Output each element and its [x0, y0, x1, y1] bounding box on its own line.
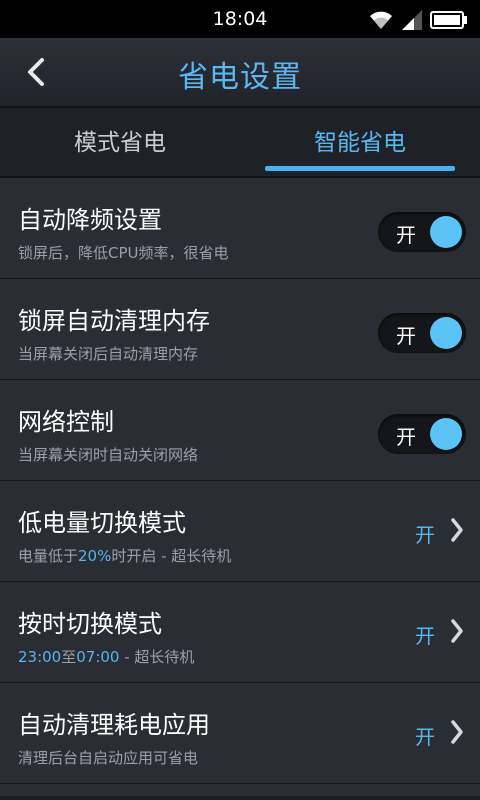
setting-subtitle: 23:00至07:00 - 超长待机	[18, 646, 194, 667]
setting-title: 自动清理耗电应用	[18, 711, 210, 739]
app-header: 省电设置	[0, 38, 480, 106]
setting-subtitle: 电量低于20%时开启 - 超长待机	[18, 545, 231, 566]
setting-row-lock-clean-memory[interactable]: 锁屏自动清理内存 当屏幕关闭后自动清理内存 开	[0, 279, 480, 380]
state-label: 开	[415, 725, 435, 749]
setting-row-low-battery-mode[interactable]: 低电量切换模式 电量低于20%时开启 - 超长待机 开	[0, 481, 480, 582]
setting-title: 网络控制	[18, 408, 114, 436]
chevron-right-icon	[451, 720, 463, 744]
start-time: 23:00	[18, 648, 62, 666]
battery-icon	[430, 11, 467, 29]
setting-subtitle: 当屏幕关闭时自动关闭网络	[18, 446, 199, 464]
tab-indicator	[265, 166, 455, 171]
setting-subtitle: 当屏幕关闭后自动清理内存	[18, 345, 199, 363]
chevron-right-icon	[451, 619, 463, 643]
end-time: 07:00	[76, 648, 120, 666]
settings-list: 自动降频设置 锁屏后，降低CPU频率，很省电 开 锁屏自动清理内存 当屏幕关闭后…	[0, 178, 480, 800]
setting-row-network-control[interactable]: 网络控制 当屏幕关闭时自动关闭网络 开	[0, 380, 480, 481]
toggle-label: 开	[396, 324, 416, 348]
setting-subtitle: 锁屏后，降低CPU频率，很省电	[18, 244, 229, 262]
bottom-edge	[0, 796, 480, 800]
setting-subtitle: 清理后台自启动应用可省电	[18, 749, 199, 767]
page-title: 省电设置	[178, 60, 302, 95]
subtitle-text: 电量低于	[18, 547, 79, 565]
signal-icon	[402, 10, 422, 30]
setting-title: 按时切换模式	[18, 610, 162, 638]
setting-row-timed-mode[interactable]: 按时切换模式 23:00至07:00 - 超长待机 开	[0, 582, 480, 683]
chevron-right-icon	[451, 518, 463, 542]
setting-row-auto-downclock[interactable]: 自动降频设置 锁屏后，降低CPU频率，很省电 开	[0, 178, 480, 279]
toggle-knob	[430, 418, 462, 450]
status-icons	[368, 9, 468, 31]
toggle-switch[interactable]: 开	[378, 313, 466, 353]
setting-title: 低电量切换模式	[18, 509, 186, 537]
subtitle-text: - 超长待机	[119, 648, 195, 666]
toggle-switch[interactable]: 开	[378, 212, 466, 252]
setting-row-clean-power-apps[interactable]: 自动清理耗电应用 清理后台自启动应用可省电 开	[0, 683, 480, 784]
toggle-knob	[430, 216, 462, 248]
tab-mode-saving[interactable]: 模式省电	[0, 108, 240, 178]
setting-title: 自动降频设置	[18, 206, 162, 234]
toggle-switch[interactable]: 开	[378, 414, 466, 454]
setting-title: 锁屏自动清理内存	[18, 307, 210, 335]
subtitle-text: 时开启 - 超长待机	[111, 547, 232, 565]
subtitle-text: 至	[61, 648, 77, 666]
toggle-knob	[430, 317, 462, 349]
status-bar: 18:04	[0, 0, 480, 38]
battery-threshold: 20%	[78, 547, 112, 565]
toggle-label: 开	[396, 425, 416, 449]
state-label: 开	[415, 523, 435, 547]
toggle-label: 开	[396, 223, 416, 247]
state-label: 开	[415, 624, 435, 648]
wifi-icon	[370, 11, 392, 29]
